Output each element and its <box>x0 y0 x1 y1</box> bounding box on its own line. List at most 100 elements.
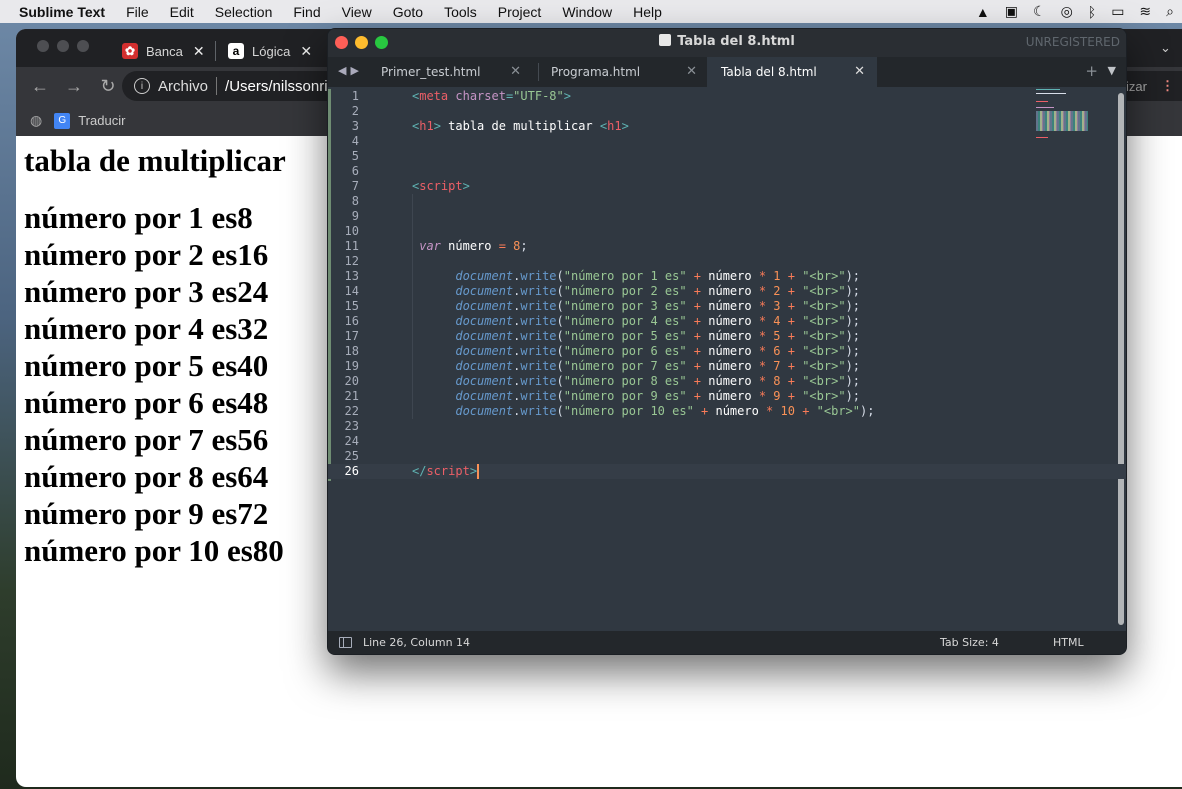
minimize-window-button[interactable] <box>57 40 69 52</box>
code-line[interactable]: 7 <script> <box>328 179 1126 194</box>
close-tab-icon[interactable]: ✕ <box>193 43 205 60</box>
code-line[interactable]: 15 document.write("número por 3 es" + nú… <box>328 299 1126 314</box>
close-tab-icon[interactable]: ✕ <box>300 43 312 60</box>
line-number[interactable]: 12 <box>328 254 359 269</box>
line-number[interactable]: 18 <box>328 344 359 359</box>
zoom-window-button[interactable] <box>77 40 89 52</box>
line-number[interactable]: 9 <box>328 209 359 224</box>
browser-tab-banca[interactable]: ✿ Banca ✕ <box>122 35 205 67</box>
line-number[interactable]: 15 <box>328 299 359 314</box>
menu-app-name[interactable]: Sublime Text <box>19 4 105 20</box>
menu-find[interactable]: Find <box>293 4 320 20</box>
menu-help[interactable]: Help <box>633 4 662 20</box>
tab-search-chevron-icon[interactable]: ⌄ <box>1160 40 1171 56</box>
line-number[interactable]: 21 <box>328 389 359 404</box>
code-line[interactable]: 11 var número = 8; <box>328 239 1126 254</box>
code-line[interactable]: 4 <box>328 134 1126 149</box>
info-icon[interactable]: i <box>134 78 150 94</box>
line-number[interactable]: 25 <box>328 449 359 464</box>
code-line[interactable]: 19 document.write("número por 7 es" + nú… <box>328 359 1126 374</box>
menu-project[interactable]: Project <box>498 4 542 20</box>
line-number[interactable]: 1 <box>328 89 359 104</box>
tab-list-dropdown-icon[interactable]: ▼ <box>1108 64 1116 77</box>
line-number[interactable]: 24 <box>328 434 359 449</box>
close-tab-icon[interactable]: ✕ <box>510 57 521 87</box>
close-tab-icon[interactable]: ✕ <box>686 57 697 87</box>
back-arrow-icon[interactable]: ← <box>30 76 50 97</box>
line-number[interactable]: 10 <box>328 224 359 239</box>
screen-icon[interactable]: ▣ <box>1005 3 1018 20</box>
code-line[interactable]: 13 document.write("número por 1 es" + nú… <box>328 269 1126 284</box>
code-line[interactable]: 12 <box>328 254 1126 269</box>
close-window-button[interactable] <box>37 40 49 52</box>
reload-icon[interactable]: ↻ <box>98 76 118 97</box>
line-number[interactable]: 16 <box>328 314 359 329</box>
code-line[interactable]: 16 document.write("número por 4 es" + nú… <box>328 314 1126 329</box>
code-line[interactable]: 9 <box>328 209 1126 224</box>
line-number[interactable]: 26 <box>328 464 359 479</box>
cursor-position[interactable]: Line 26, Column 14 <box>363 631 470 654</box>
line-number[interactable]: 22 <box>328 404 359 419</box>
chrome-update-button[interactable]: izar ⋮ <box>1126 76 1182 96</box>
menu-goto[interactable]: Goto <box>393 4 423 20</box>
line-number[interactable]: 20 <box>328 374 359 389</box>
line-number[interactable]: 8 <box>328 194 359 209</box>
close-tab-icon[interactable]: ✕ <box>854 57 865 87</box>
code-line[interactable]: 22 document.write("número por 10 es" + n… <box>328 404 1126 419</box>
syntax-selector[interactable]: HTML <box>1053 631 1084 654</box>
globe-icon[interactable]: ◍ <box>30 112 42 129</box>
code-line[interactable]: 2 <box>328 104 1126 119</box>
code-line[interactable]: 5 <box>328 149 1126 164</box>
code-line[interactable]: 3 <h1> tabla de multiplicar <h1> <box>328 119 1126 134</box>
line-number[interactable]: 4 <box>328 134 359 149</box>
bluetooth-icon[interactable]: ᛒ <box>1088 4 1096 20</box>
menu-selection[interactable]: Selection <box>215 4 273 20</box>
code-line[interactable]: 1 <meta charset="UTF-8"> <box>328 89 1126 104</box>
moon-icon[interactable]: ☾ <box>1033 3 1046 20</box>
line-number[interactable]: 5 <box>328 149 359 164</box>
editor-tab-programa[interactable]: Programa.html ✕ <box>537 57 709 87</box>
browser-tab-logica[interactable]: a Lógica ✕ <box>228 35 312 67</box>
drive-icon[interactable]: ▲ <box>976 4 990 20</box>
code-line[interactable]: 25 <box>328 449 1126 464</box>
code-line[interactable]: 6 <box>328 164 1126 179</box>
code-line[interactable]: 18 document.write("número por 6 es" + nú… <box>328 344 1126 359</box>
editor-tab-tabla-del-8[interactable]: Tabla del 8.html ✕ <box>707 57 877 87</box>
tab-size[interactable]: Tab Size: 4 <box>940 631 999 654</box>
line-number[interactable]: 2 <box>328 104 359 119</box>
battery-icon[interactable]: ▭ <box>1111 3 1124 20</box>
line-number[interactable]: 23 <box>328 419 359 434</box>
bookmark-traducir[interactable]: Traducir <box>78 113 125 128</box>
panel-toggle-icon[interactable] <box>339 637 352 648</box>
forward-arrow-icon[interactable]: → <box>64 76 84 97</box>
line-number[interactable]: 17 <box>328 329 359 344</box>
code-line[interactable]: 14 document.write("número por 2 es" + nú… <box>328 284 1126 299</box>
line-number[interactable]: 11 <box>328 239 359 254</box>
code-line[interactable]: 20 document.write("número por 8 es" + nú… <box>328 374 1126 389</box>
line-number[interactable]: 13 <box>328 269 359 284</box>
line-number[interactable]: 6 <box>328 164 359 179</box>
menu-window[interactable]: Window <box>562 4 612 20</box>
airdrop-icon[interactable]: ◎ <box>1061 3 1073 20</box>
code-line[interactable]: 23 <box>328 419 1126 434</box>
code-line[interactable]: 21 document.write("número por 9 es" + nú… <box>328 389 1126 404</box>
line-number[interactable]: 3 <box>328 119 359 134</box>
more-menu-icon[interactable]: ⋮ <box>1161 78 1174 94</box>
search-icon[interactable]: ⌕ <box>1166 3 1174 20</box>
editor-tab-primer-test[interactable]: Primer_test.html ✕ <box>367 57 533 87</box>
menu-tools[interactable]: Tools <box>444 4 477 20</box>
line-number[interactable]: 19 <box>328 359 359 374</box>
menu-view[interactable]: View <box>342 4 372 20</box>
code-line[interactable]: 10 <box>328 224 1126 239</box>
code-line[interactable]: 26 </script> <box>328 464 1126 479</box>
code-line[interactable]: 24 <box>328 434 1126 449</box>
menu-file[interactable]: File <box>126 4 149 20</box>
wifi-icon[interactable]: ≋ <box>1139 3 1151 20</box>
code-line[interactable]: 17 document.write("número por 5 es" + nú… <box>328 329 1126 344</box>
code-editor[interactable]: 1 <meta charset="UTF-8"> 2 3 <h1> tabla de m… <box>328 87 1126 633</box>
line-number[interactable]: 14 <box>328 284 359 299</box>
tab-nav-arrows-icon[interactable]: ◀▶ <box>338 64 363 77</box>
menu-edit[interactable]: Edit <box>170 4 194 20</box>
new-tab-plus-icon[interactable]: + <box>1085 62 1098 80</box>
code-line[interactable]: 8 <box>328 194 1126 209</box>
